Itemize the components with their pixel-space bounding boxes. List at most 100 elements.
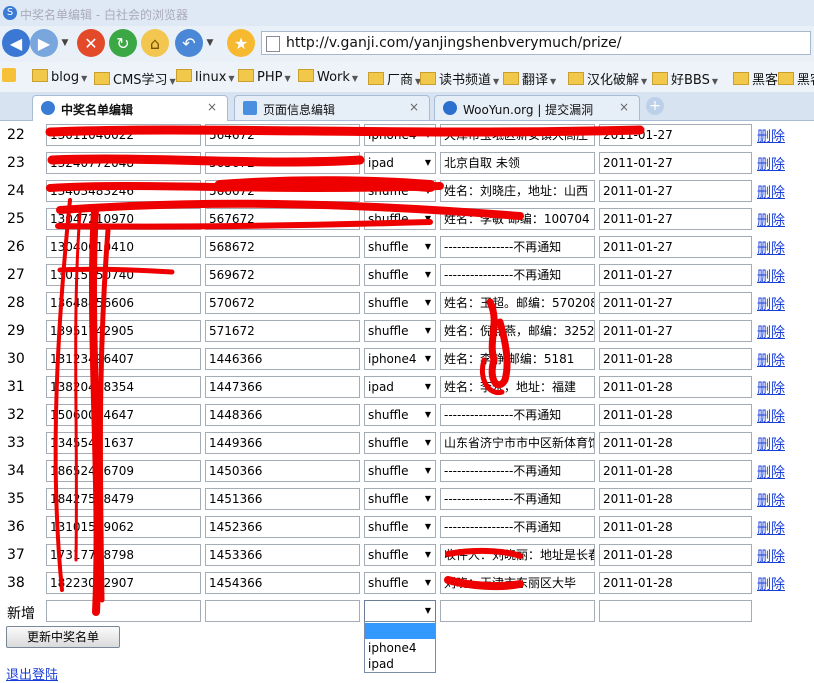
code-input[interactable]: 1452366 <box>205 516 360 538</box>
history-dropdown-icon[interactable]: ▼ <box>58 29 72 57</box>
back-arrow-icon[interactable]: ◀ <box>2 29 30 57</box>
info-input[interactable]: 刘晓：天津市东丽区大毕 <box>440 572 595 594</box>
info-input[interactable]: 姓名：李敏 邮编：100704 <box>440 208 595 230</box>
undo-close-tab-icon[interactable]: ↶ <box>175 29 203 57</box>
delete-link[interactable]: 删除 <box>757 126 785 146</box>
forward-arrow-icon[interactable]: ▶ <box>30 29 58 57</box>
prize-select[interactable]: shuffle ▼ <box>364 488 436 510</box>
delete-link[interactable]: 删除 <box>757 434 785 454</box>
delete-link[interactable]: 删除 <box>757 182 785 202</box>
info-input[interactable]: ----------------不再通知 <box>440 488 595 510</box>
prize-select[interactable]: ipad ▼ <box>364 152 436 174</box>
address-url[interactable]: http://v.ganji.com/yanjingshenbverymuch/… <box>286 35 622 51</box>
info-input[interactable]: 天津市宝坻区新安镇大高庄 <box>440 124 595 146</box>
bookmark-folder[interactable]: 翻译 ▼ <box>503 69 556 88</box>
code-input[interactable]: 1454366 <box>205 572 360 594</box>
refresh-icon[interactable]: ↻ <box>109 29 137 57</box>
delete-link[interactable]: 删除 <box>757 546 785 566</box>
date-input[interactable]: 2011-01-28 <box>599 572 752 594</box>
prize-select[interactable]: iphone4 ▼ <box>364 124 436 146</box>
favorite-star-icon[interactable]: ★ <box>227 29 255 57</box>
bookmark-folder[interactable]: 读书频道 ▼ <box>420 69 499 88</box>
bookmark-folder[interactable]: blog ▼ <box>32 69 87 85</box>
code-input[interactable]: 1448366 <box>205 404 360 426</box>
phone-input[interactable]: 13040010410 <box>46 236 201 258</box>
dropdown-option[interactable]: iphone4 <box>365 640 435 656</box>
new-date-input[interactable] <box>599 600 752 622</box>
delete-link[interactable]: 删除 <box>757 378 785 398</box>
date-input[interactable]: 2011-01-28 <box>599 376 752 398</box>
delete-link[interactable]: 删除 <box>757 462 785 482</box>
code-input[interactable]: 568672 <box>205 236 360 258</box>
date-input[interactable]: 2011-01-28 <box>599 432 752 454</box>
info-input[interactable]: 姓名：李永，地址：福建 <box>440 376 595 398</box>
date-input[interactable]: 2011-01-28 <box>599 404 752 426</box>
prize-select[interactable]: shuffle ▼ <box>364 208 436 230</box>
date-input[interactable]: 2011-01-27 <box>599 264 752 286</box>
prize-select[interactable]: shuffle ▼ <box>364 404 436 426</box>
delete-link[interactable]: 删除 <box>757 266 785 286</box>
code-input[interactable]: 1451366 <box>205 488 360 510</box>
info-input[interactable]: 山东省济宁市市中区新体育馆 <box>440 432 595 454</box>
bookmark-folder[interactable]: PHP ▼ <box>238 69 291 85</box>
dropdown-option[interactable]: ipad <box>365 656 435 672</box>
prize-select[interactable]: shuffle ▼ <box>364 236 436 258</box>
home-icon[interactable]: ⌂ <box>141 29 169 57</box>
phone-input[interactable]: 18427538479 <box>46 488 201 510</box>
new-tab-icon[interactable]: + <box>646 97 664 115</box>
code-input[interactable]: 564672 <box>205 124 360 146</box>
date-input[interactable]: 2011-01-27 <box>599 292 752 314</box>
phone-input[interactable]: 13403483246 <box>46 180 201 202</box>
prize-select[interactable]: shuffle ▼ <box>364 180 436 202</box>
info-input[interactable]: ----------------不再通知 <box>440 236 595 258</box>
prize-select[interactable]: shuffle ▼ <box>364 320 436 342</box>
code-input[interactable]: 571672 <box>205 320 360 342</box>
phone-input[interactable]: 18223012907 <box>46 572 201 594</box>
tab-close-icon[interactable]: × <box>207 100 217 114</box>
favorites-icon[interactable] <box>2 68 16 82</box>
delete-link[interactable]: 删除 <box>757 574 785 594</box>
phone-input[interactable]: 13011040022 <box>46 124 201 146</box>
code-input[interactable]: 569672 <box>205 264 360 286</box>
date-input[interactable]: 2011-01-28 <box>599 348 752 370</box>
info-input[interactable]: ----------------不再通知 <box>440 516 595 538</box>
code-input[interactable]: 1449366 <box>205 432 360 454</box>
phone-input[interactable]: 13240772048 <box>46 152 201 174</box>
code-input[interactable]: 565672 <box>205 152 360 174</box>
info-input[interactable]: 收件人：刘晓丽：地址是长春 <box>440 544 595 566</box>
bookmark-folder[interactable]: 好BBS ▼ <box>652 69 718 88</box>
bookmark-folder[interactable]: 厂商 ▼ <box>368 69 421 88</box>
delete-link[interactable]: 删除 <box>757 350 785 370</box>
prize-select[interactable]: shuffle ▼ <box>364 292 436 314</box>
code-input[interactable]: 570672 <box>205 292 360 314</box>
code-input[interactable]: 1446366 <box>205 348 360 370</box>
info-input[interactable]: 姓名：刘晓庄，地址：山西 <box>440 180 595 202</box>
bookmark-folder[interactable]: Work ▼ <box>298 69 358 85</box>
info-input[interactable]: 姓名：李静 邮编：5181 <box>440 348 595 370</box>
date-input[interactable]: 2011-01-27 <box>599 124 752 146</box>
phone-input[interactable]: 13951742905 <box>46 320 201 342</box>
new-phone-input[interactable] <box>46 600 201 622</box>
new-info-input[interactable] <box>440 600 595 622</box>
phone-input[interactable]: 13820478354 <box>46 376 201 398</box>
dropdown-option[interactable] <box>365 623 435 639</box>
update-prize-list-button[interactable]: 更新中奖名单 <box>6 626 120 648</box>
date-input[interactable]: 2011-01-27 <box>599 180 752 202</box>
phone-input[interactable]: 13101559062 <box>46 516 201 538</box>
date-input[interactable]: 2011-01-28 <box>599 460 752 482</box>
tab-close-icon[interactable]: × <box>619 100 629 114</box>
info-input[interactable]: ----------------不再通知 <box>440 460 595 482</box>
phone-input[interactable]: 13455491637 <box>46 432 201 454</box>
info-input[interactable]: ----------------不再通知 <box>440 264 595 286</box>
prize-select[interactable]: shuffle ▼ <box>364 432 436 454</box>
delete-link[interactable]: 删除 <box>757 322 785 342</box>
info-input[interactable]: ----------------不再通知 <box>440 404 595 426</box>
logout-link[interactable]: 退出登陆 <box>6 664 58 683</box>
address-bar[interactable]: http://v.ganji.com/yanjingshenbverymuch/… <box>261 31 811 55</box>
undo-dropdown-icon[interactable]: ▼ <box>203 29 217 57</box>
prize-dropdown-list[interactable]: iphone4 ipad <box>364 621 436 673</box>
info-input[interactable]: 姓名：倪燕燕，邮编：3252 <box>440 320 595 342</box>
phone-input[interactable]: 13015050740 <box>46 264 201 286</box>
tab-close-icon[interactable]: × <box>409 100 419 114</box>
bookmark-folder[interactable]: 黑客▼ <box>778 69 814 88</box>
